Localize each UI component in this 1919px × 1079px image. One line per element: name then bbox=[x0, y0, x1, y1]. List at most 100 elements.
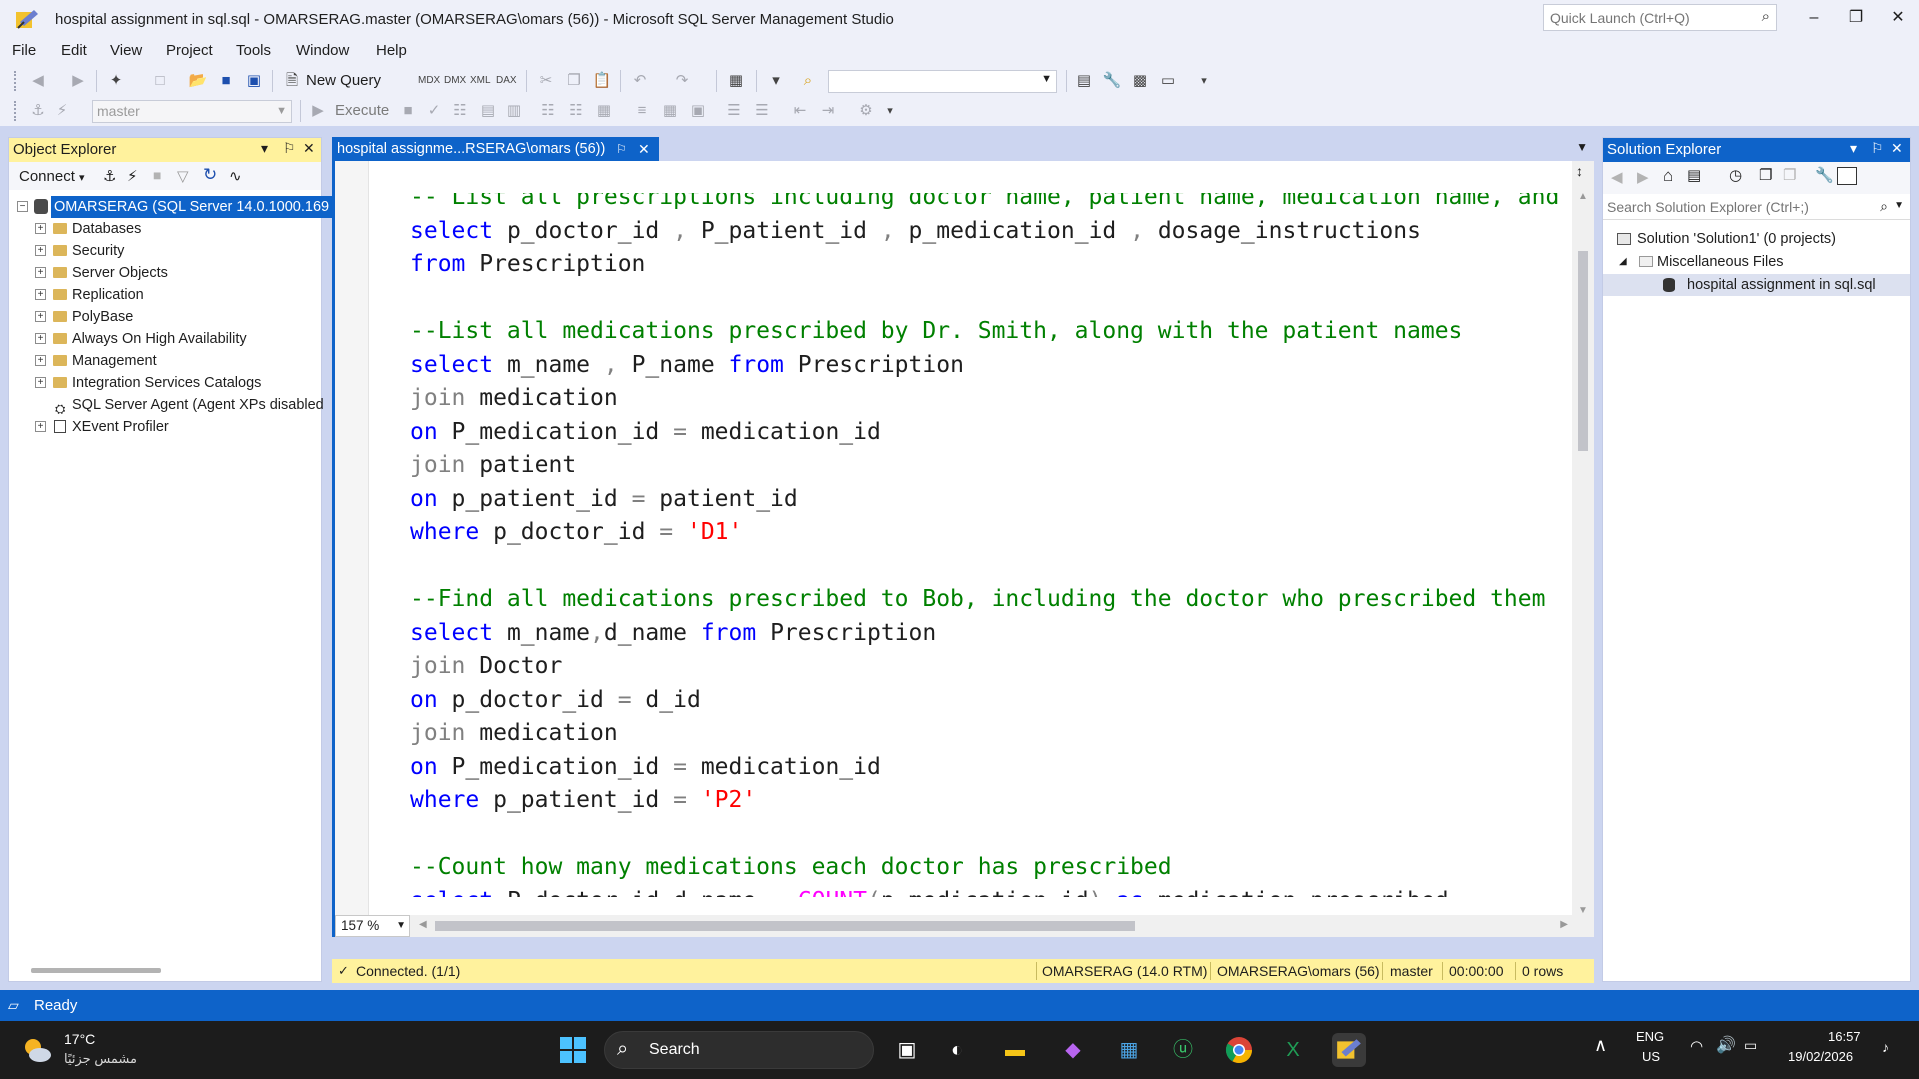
split-icon[interactable]: ↕ bbox=[1576, 163, 1583, 179]
search-icon[interactable]: ⌕ bbox=[1762, 8, 1770, 25]
minimize-button[interactable]: – bbox=[1792, 4, 1836, 32]
new-query-button[interactable]: New Query bbox=[306, 72, 381, 89]
decrease-indent-icon[interactable]: ⇤ bbox=[790, 101, 810, 121]
increase-indent-icon[interactable]: ⇥ bbox=[818, 101, 838, 121]
forward-icon[interactable]: ▶ bbox=[68, 71, 88, 91]
collapse-icon[interactable]: − bbox=[17, 201, 28, 212]
code-line[interactable]: join medication bbox=[410, 717, 618, 749]
client-stats-icon[interactable]: ▦ bbox=[594, 101, 614, 121]
code-line[interactable]: where p_doctor_id = 'D1' bbox=[410, 516, 742, 548]
execute-button[interactable]: Execute bbox=[335, 102, 389, 119]
clock-time[interactable]: 16:57 bbox=[1828, 1029, 1861, 1044]
zoom-select[interactable]: 157 % ▼ bbox=[335, 915, 410, 937]
vertical-scrollbar[interactable]: ↕ ▲ ▼ bbox=[1572, 161, 1594, 921]
tab-dropdown-icon[interactable]: ▼ bbox=[1576, 140, 1588, 154]
menu-project[interactable]: Project bbox=[166, 42, 213, 59]
code-line[interactable]: join patient bbox=[410, 449, 576, 481]
back-icon[interactable]: ◀ bbox=[1611, 168, 1623, 186]
results-mode-icon[interactable]: ▥ bbox=[504, 101, 524, 121]
battery-icon[interactable]: ▭ bbox=[1744, 1037, 1757, 1054]
chevron-down-icon[interactable]: ▼ bbox=[1041, 73, 1052, 85]
connect-icon[interactable]: ⚓ bbox=[28, 101, 48, 121]
windows-start-icon[interactable] bbox=[556, 1033, 590, 1067]
collapse-all-icon[interactable]: ❐ bbox=[1759, 166, 1772, 184]
comment-out-icon[interactable]: ☰ bbox=[724, 101, 744, 121]
copilot-icon[interactable]: ◆ bbox=[1056, 1033, 1090, 1067]
code-line[interactable]: where p_patient_id = 'P2' bbox=[410, 784, 756, 816]
menu-view[interactable]: View bbox=[110, 42, 142, 59]
toolbar-grip[interactable] bbox=[14, 71, 18, 91]
sandbox-icon[interactable]: ▦ bbox=[1112, 1033, 1146, 1067]
connect-plug-icon[interactable]: ⚓ bbox=[103, 167, 116, 185]
uncomment-icon[interactable]: ☰ bbox=[752, 101, 772, 121]
horizontal-scrollbar[interactable] bbox=[31, 968, 161, 973]
expand-icon[interactable]: + bbox=[35, 289, 46, 300]
restore-button[interactable]: ❐ bbox=[1834, 4, 1878, 32]
toolbar-grip[interactable] bbox=[14, 101, 18, 121]
expand-icon[interactable]: + bbox=[35, 333, 46, 344]
solution-search-box[interactable]: ⌕ ▼ bbox=[1603, 196, 1910, 220]
properties-wrench-icon[interactable]: 🔧 bbox=[1815, 166, 1834, 184]
specify-values-icon[interactable]: ⚙ bbox=[856, 101, 876, 121]
solution-search-input[interactable] bbox=[1603, 196, 1863, 218]
registered-servers-icon[interactable]: ▤ bbox=[1074, 71, 1094, 91]
filter-icon[interactable]: ▽ bbox=[177, 167, 189, 185]
code-line[interactable]: join Doctor bbox=[410, 650, 562, 682]
back-icon[interactable]: ◀ bbox=[28, 71, 48, 91]
document-tab[interactable]: hospital assignme...RSERAG\omars (56)) ⚐… bbox=[332, 137, 659, 161]
pending-changes-icon[interactable]: ◷ bbox=[1729, 166, 1742, 184]
search-icon[interactable]: ⌕ bbox=[1880, 198, 1888, 215]
parse-icon[interactable]: ✓ bbox=[424, 101, 444, 121]
close-button[interactable]: ✕ bbox=[1876, 4, 1919, 32]
preview-toggle-icon[interactable] bbox=[1837, 167, 1857, 185]
execute-icon[interactable]: ▶ bbox=[308, 101, 328, 121]
show-hidden-icons-icon[interactable]: ∧ bbox=[1594, 1035, 1607, 1056]
disconnect-icon[interactable]: ⚡ bbox=[127, 167, 138, 185]
expand-icon[interactable]: + bbox=[35, 245, 46, 256]
toolbox-icon[interactable]: ▩ bbox=[1130, 71, 1150, 91]
pin-icon[interactable]: ⚐ bbox=[616, 137, 627, 161]
menu-tools[interactable]: Tools bbox=[236, 42, 271, 59]
code-line[interactable]: select m_name,d_name from Prescription bbox=[410, 617, 936, 649]
vertical-scroll-thumb[interactable] bbox=[1578, 251, 1588, 451]
weather-icon[interactable] bbox=[20, 1033, 54, 1067]
code-line[interactable]: on p_patient_id = patient_id bbox=[410, 483, 798, 515]
notification-bell-icon[interactable]: ♪ bbox=[1882, 1039, 1889, 1055]
new-query-icon[interactable]: 🗎 bbox=[282, 71, 302, 91]
refresh-icon[interactable]: ↻ bbox=[203, 165, 217, 185]
excel-icon[interactable]: X bbox=[1276, 1033, 1310, 1067]
menu-file[interactable]: File bbox=[12, 42, 36, 59]
connect-button[interactable]: Connect ▾ bbox=[19, 168, 85, 185]
home-icon[interactable]: ⌂ bbox=[1663, 166, 1673, 186]
open-file-icon[interactable]: 📂 bbox=[188, 71, 208, 91]
code-line[interactable]: --Find all medications prescribed to Bob… bbox=[410, 583, 1545, 615]
toolbar-options-icon[interactable]: ▾ bbox=[1194, 71, 1214, 91]
code-line[interactable]: select P_doctor_id,d_name , COUNT(p_medi… bbox=[410, 885, 1449, 898]
code-line[interactable]: select m_name , P_name from Prescription bbox=[410, 349, 964, 381]
code-line[interactable]: --List all medications prescribed by Dr.… bbox=[410, 315, 1462, 347]
file-node[interactable]: hospital assignment in sql.sql bbox=[1603, 274, 1910, 296]
save-icon[interactable]: ■ bbox=[216, 71, 236, 91]
add-item-icon[interactable]: □ bbox=[150, 71, 170, 91]
redo-icon[interactable]: ↷ bbox=[672, 71, 692, 91]
activity-icon[interactable]: ∿ bbox=[229, 167, 242, 185]
toolbar-options-icon[interactable]: ▾ bbox=[880, 101, 900, 121]
volume-icon[interactable]: 🔊 bbox=[1716, 1035, 1736, 1055]
close-icon[interactable]: ✕ bbox=[303, 140, 315, 157]
code-line[interactable]: -- List all prescriptions including doct… bbox=[410, 193, 1559, 213]
results-text-icon[interactable]: ≡ bbox=[632, 101, 652, 121]
expand-icon[interactable]: + bbox=[35, 267, 46, 278]
forward-icon[interactable]: ▶ bbox=[1637, 168, 1649, 186]
cancel-query-icon[interactable]: ■ bbox=[398, 101, 418, 121]
disconnect-icon[interactable]: ⚡ bbox=[52, 101, 72, 121]
include-plan-icon[interactable]: ☷ bbox=[538, 101, 558, 121]
results-file-icon[interactable]: ▣ bbox=[688, 101, 708, 121]
task-view-icon[interactable]: ▣ bbox=[890, 1033, 924, 1067]
results-grid-icon[interactable]: ▦ bbox=[660, 101, 680, 121]
expanded-arrow-icon[interactable]: ◢ bbox=[1619, 251, 1627, 273]
stop-icon[interactable]: ■ bbox=[153, 167, 161, 183]
language-label[interactable]: ENG bbox=[1636, 1029, 1664, 1044]
properties-wrench-icon[interactable]: 🔧 bbox=[1102, 71, 1122, 91]
find-icon[interactable]: ⌕ bbox=[798, 71, 818, 91]
code-line[interactable]: join medication bbox=[410, 382, 618, 414]
